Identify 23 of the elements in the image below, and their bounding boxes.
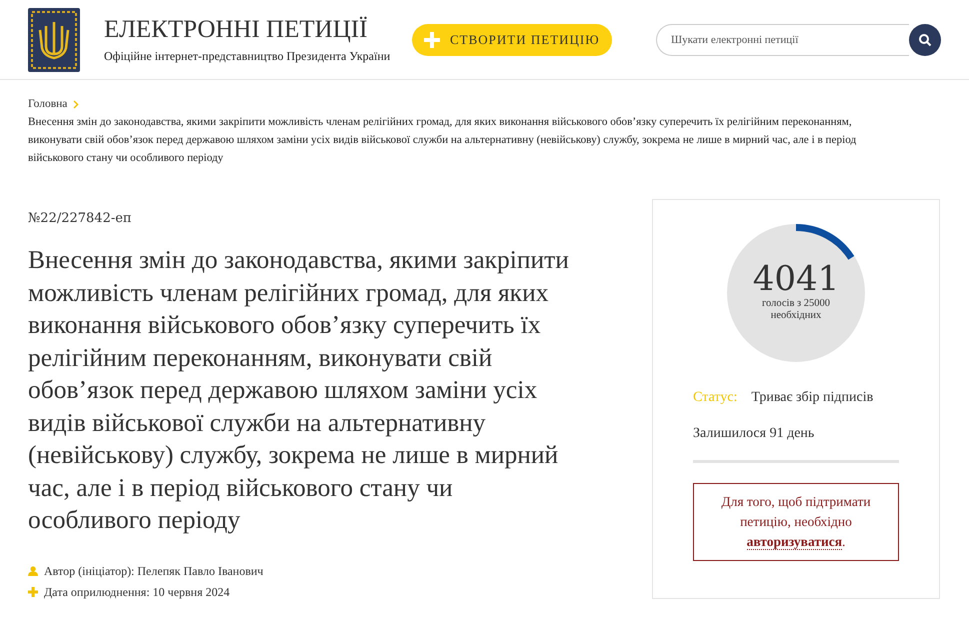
plus-icon <box>424 32 440 48</box>
days-remaining: Залишилося 91 день <box>693 426 816 442</box>
plus-icon <box>28 587 38 597</box>
trident-logo[interactable] <box>28 8 80 72</box>
breadcrumb-current: Внесення змін до законодавства, якими закріпити можливість членам релігійних громад, для яких виконання військового обов’язку суперечить їх релігійним переконанням, виконувати свій обов’язок перед державою шляхом заміни усіх видів військової служби на альтернативну (невійськову) службу, зокрема не лише в мирний час, але і в період військового стану чи особливого періоду <box>28 115 858 166</box>
status-value: Триває збір підписів <box>751 390 874 406</box>
chevron-icon <box>73 100 80 108</box>
petition-title: Внесення змін до законодавства, якими закріпити можливість членам релігійних громад, для яких виконання військового обов’язку суперечить їх релігійним переконанням, виконувати свій обов’язок перед державою шляхом заміни усіх видів військової служби на альтернативну (невійськову) службу, зокрема не лише в мирний час, але і в період військового стану чи особливого періоду <box>28 244 570 536</box>
status-label: Статус: <box>693 390 738 406</box>
create-petition-button[interactable]: СТВОРИТИ ПЕТИЦІЮ <box>412 24 612 56</box>
date-text: Дата оприлюднення: 10 червня 2024 <box>44 584 230 600</box>
search-field[interactable]: Шукати електронні петиції <box>656 24 909 56</box>
search-icon[interactable] <box>909 24 941 56</box>
progress-arc <box>796 224 854 260</box>
breadcrumb-link[interactable]: Головна <box>28 95 68 113</box>
vote-count: 4041 <box>752 260 840 298</box>
site-subtitle: Офіційне інтернет-представництво Президента України <box>104 49 392 64</box>
login-notice: Для того, щоб підтримати петицію, необхідно авторизуватися. <box>720 493 872 552</box>
vote-caption: голосів з 25000 необхідних <box>760 298 832 322</box>
author-text: Автор (ініціатор): Пелепяк Павло Іванович <box>44 564 264 578</box>
person-icon <box>28 566 38 576</box>
site-title: ЕЛЕКТРОННІ ПЕТИЦІЇ <box>104 15 368 45</box>
petition-number: №22/227842-еп <box>28 211 133 226</box>
